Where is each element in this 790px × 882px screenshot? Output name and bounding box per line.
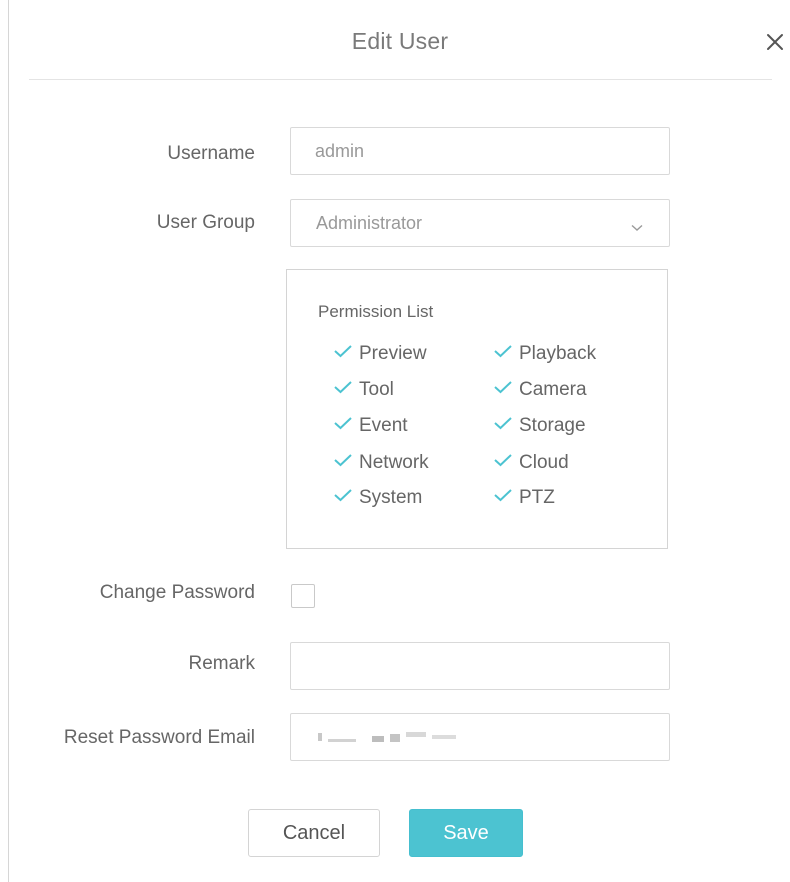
user-group-label: User Group bbox=[156, 212, 255, 233]
permission-item-preview: Preview bbox=[333, 342, 427, 365]
permission-item-system: System bbox=[333, 486, 422, 509]
username-field[interactable] bbox=[290, 127, 670, 175]
reset-email-label: Reset Password Email bbox=[63, 727, 255, 748]
chevron-down-icon bbox=[631, 219, 643, 237]
permission-list-title: Permission List bbox=[318, 302, 434, 321]
close-icon[interactable] bbox=[763, 30, 787, 54]
check-icon bbox=[333, 451, 353, 467]
user-group-select[interactable]: Administrator bbox=[290, 199, 670, 247]
dialog-title: Edit User bbox=[351, 28, 449, 54]
check-icon bbox=[493, 378, 513, 394]
check-icon bbox=[333, 486, 353, 502]
permission-item-tool: Tool bbox=[333, 378, 394, 401]
permission-item-cloud: Cloud bbox=[493, 451, 569, 474]
reset-email-field[interactable] bbox=[290, 713, 670, 761]
remark-field[interactable] bbox=[290, 642, 670, 690]
save-button[interactable]: Save bbox=[409, 809, 523, 857]
user-group-value: Administrator bbox=[316, 213, 423, 233]
permission-item-camera: Camera bbox=[493, 378, 587, 401]
username-input[interactable] bbox=[291, 128, 669, 174]
check-icon bbox=[493, 451, 513, 467]
check-icon bbox=[493, 342, 513, 358]
permission-list-box: Permission List Preview Playback Tool Ca… bbox=[286, 269, 668, 549]
change-password-label: Change Password bbox=[99, 582, 255, 603]
remark-input[interactable] bbox=[291, 643, 669, 689]
permission-item-ptz: PTZ bbox=[493, 486, 555, 509]
check-icon bbox=[493, 486, 513, 502]
obscured-email-value bbox=[318, 732, 456, 742]
check-icon bbox=[333, 414, 353, 430]
check-icon bbox=[333, 342, 353, 358]
permission-item-storage: Storage bbox=[493, 414, 586, 437]
check-icon bbox=[493, 414, 513, 430]
change-password-checkbox[interactable] bbox=[291, 584, 315, 608]
username-label: Username bbox=[167, 143, 255, 164]
cancel-button[interactable]: Cancel bbox=[248, 809, 380, 857]
title-divider bbox=[29, 79, 772, 80]
permission-item-event: Event bbox=[333, 414, 408, 437]
permission-item-playback: Playback bbox=[493, 342, 596, 365]
remark-label: Remark bbox=[188, 653, 255, 674]
edit-user-dialog: Edit User Username User Group Administra… bbox=[8, 0, 790, 882]
permission-item-network: Network bbox=[333, 451, 429, 474]
check-icon bbox=[333, 378, 353, 394]
